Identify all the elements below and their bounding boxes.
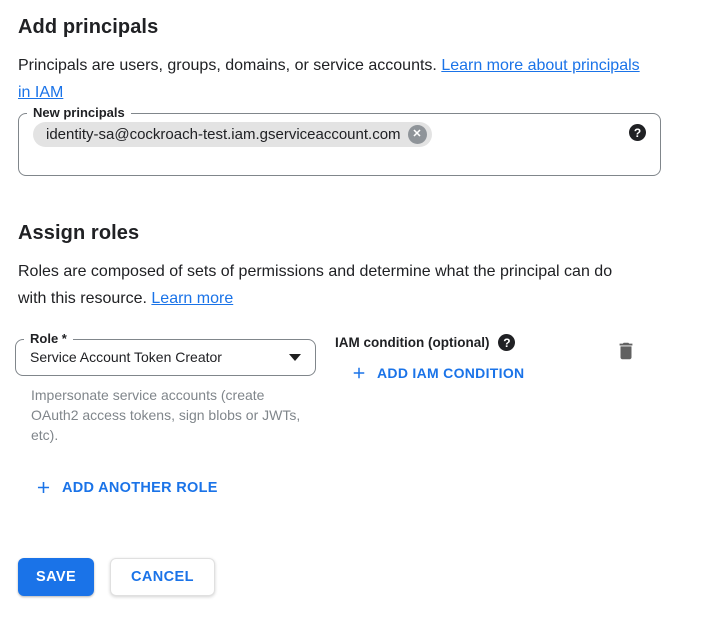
new-principals-field[interactable]: New principals identity-sa@cockroach-tes… xyxy=(18,106,661,176)
principals-description-text: Principals are users, groups, domains, o… xyxy=(18,57,437,74)
role-column: Role * Service Account Token Creator Imp… xyxy=(15,332,316,445)
close-icon: ✕ xyxy=(412,129,421,140)
dropdown-arrow-icon xyxy=(289,354,301,361)
add-iam-condition-button[interactable]: ADD IAM CONDITION xyxy=(350,364,524,382)
delete-role-button[interactable] xyxy=(615,340,637,362)
iam-condition-column: IAM condition (optional) ? ADD IAM CONDI… xyxy=(335,332,524,387)
add-another-role-button[interactable]: ADD ANOTHER ROLE xyxy=(34,478,218,497)
trash-icon xyxy=(615,340,637,362)
plus-icon xyxy=(34,478,53,497)
role-select[interactable]: Role * Service Account Token Creator xyxy=(15,332,316,376)
iam-condition-label: IAM condition (optional) xyxy=(335,335,489,350)
new-principals-input-area[interactable]: identity-sa@cockroach-test.iam.gservicea… xyxy=(19,120,660,175)
role-selected-value: Service Account Token Creator xyxy=(30,348,222,366)
new-principals-label: New principals xyxy=(27,106,131,120)
help-icon[interactable]: ? xyxy=(629,124,646,141)
help-icon[interactable]: ? xyxy=(498,334,515,351)
iam-condition-header: IAM condition (optional) ? xyxy=(335,334,524,351)
principal-chip-value: identity-sa@cockroach-test.iam.gservicea… xyxy=(46,125,401,144)
role-binding-row: Role * Service Account Token Creator Imp… xyxy=(18,332,695,445)
principals-description: Principals are users, groups, domains, o… xyxy=(18,52,642,106)
dialog-actions: SAVE CANCEL xyxy=(18,558,695,596)
roles-description: Roles are composed of sets of permission… xyxy=(18,258,642,312)
save-button[interactable]: SAVE xyxy=(18,558,94,596)
role-select-value-area[interactable]: Service Account Token Creator xyxy=(16,346,315,375)
roles-description-text: Roles are composed of sets of permission… xyxy=(18,263,612,307)
assign-roles-title: Assign roles xyxy=(18,222,695,245)
cancel-button[interactable]: CANCEL xyxy=(110,558,215,596)
principal-chip: identity-sa@cockroach-test.iam.gservicea… xyxy=(33,122,432,147)
role-label: Role * xyxy=(24,332,73,346)
plus-icon xyxy=(350,364,368,382)
add-principals-panel: Add principals Principals are users, gro… xyxy=(0,0,713,596)
role-helper-text: Impersonate service accounts (create OAu… xyxy=(31,385,311,445)
chip-remove-button[interactable]: ✕ xyxy=(408,125,427,144)
page-title: Add principals xyxy=(18,16,695,39)
learn-more-roles-link[interactable]: Learn more xyxy=(151,290,233,307)
